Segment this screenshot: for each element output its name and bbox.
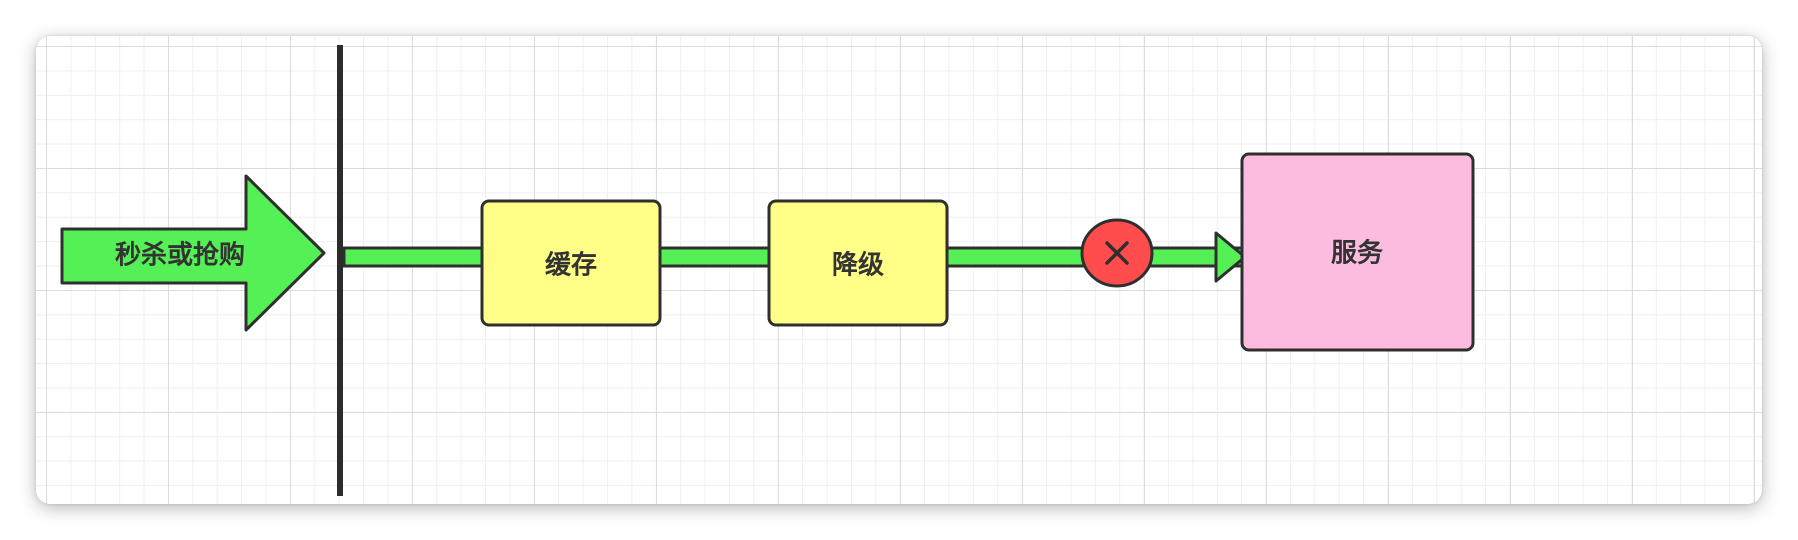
entry-arrow-label: 秒杀或抢购 [115, 240, 245, 271]
degrade-label: 降级 [832, 250, 884, 281]
blocked-marker [1080, 218, 1154, 288]
flow-diagram: 秒杀或抢购 缓存 降级 服务 [60, 45, 1475, 496]
diagram-canvas: 秒杀或抢购 缓存 降级 服务 [36, 36, 1762, 504]
service-label: 服务 [1331, 239, 1383, 269]
cache-label: 缓存 [545, 250, 597, 281]
